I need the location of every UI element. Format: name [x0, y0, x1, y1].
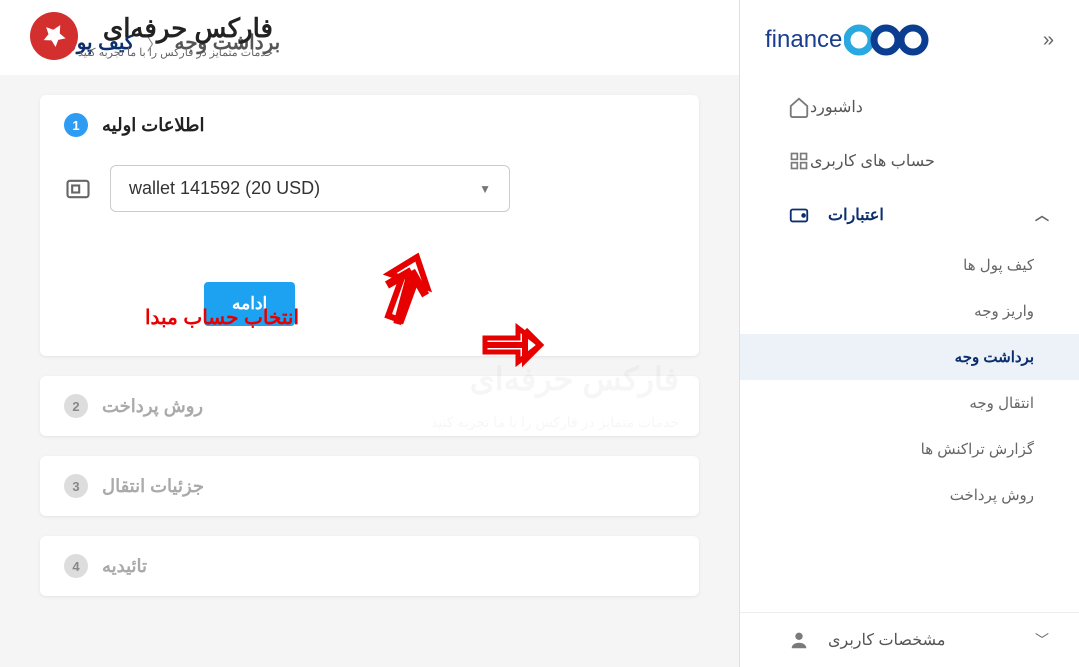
step-title: اطلاعات اولیه: [102, 115, 205, 136]
step-title: تائیدیه: [102, 556, 147, 577]
submenu-transfer[interactable]: انتقال وجه: [740, 380, 1079, 426]
sidebar-item-profile[interactable]: ﹀ مشخصات کاربری: [740, 613, 1079, 667]
collapse-icon[interactable]: «: [1043, 29, 1054, 52]
step-header: اطلاعات اولیه 1: [40, 95, 699, 155]
step-card-2[interactable]: روش پرداخت 2: [40, 376, 699, 436]
step-number-badge: 4: [64, 554, 88, 578]
submenu-wallets[interactable]: کیف پول ها: [740, 242, 1079, 288]
chevron-down-icon: ﹀: [1035, 630, 1049, 650]
chevron-up-icon: ︿: [1035, 205, 1049, 225]
step-card-4[interactable]: تائیدیه 4: [40, 536, 699, 596]
account-icon: [64, 175, 92, 203]
sidebar-item-label: حساب های کاربری: [810, 151, 935, 171]
watermark-brand: فارکس حرفه‌ای خدمات متمایز در فارکس را ب…: [20, 12, 273, 60]
grid-icon: [788, 150, 810, 172]
step-title: روش پرداخت: [102, 396, 203, 417]
sidebar-item-accounts[interactable]: حساب های کاربری: [740, 134, 1079, 188]
brand-suffix: finance: [765, 26, 842, 54]
submenu-withdraw[interactable]: برداشت وجه: [740, 334, 1079, 380]
opo-logo-icon: [844, 20, 934, 60]
main-content: برداشت وجه 〈 کیف پول ها فارکس حرفه‌ای خد…: [0, 0, 739, 667]
sidebar-item-label: مشخصات کاربری: [828, 630, 945, 650]
chevron-down-icon: ▼: [479, 182, 491, 196]
step-number-badge: 1: [64, 113, 88, 137]
brand-logo: finance: [765, 20, 934, 60]
sidebar-item-dashboard[interactable]: داشبورد: [740, 80, 1079, 134]
annotation-arrow-icon: [370, 250, 440, 330]
user-icon: [788, 629, 810, 651]
overlay-subtitle: خدمات متمایز در فارکس را با ما تجربه کنی…: [78, 46, 273, 59]
step-card-3[interactable]: جزئیات انتقال 3: [40, 456, 699, 516]
step-number-badge: 2: [64, 394, 88, 418]
sidebar: « finance داشبورد حساب های کاربری ︿ اعتب…: [739, 0, 1079, 667]
sidebar-item-label: داشبورد: [810, 97, 863, 117]
wallet-icon: [788, 204, 810, 226]
step-title: جزئیات انتقال: [102, 476, 204, 497]
home-icon: [788, 96, 810, 118]
wallet-select[interactable]: ▼ wallet 141592 (20 USD): [110, 165, 510, 212]
sidebar-item-credits[interactable]: ︿ اعتبارات: [740, 188, 1079, 242]
sidebar-item-label: اعتبارات: [828, 205, 884, 225]
sidebar-header: « finance: [740, 0, 1079, 80]
annotation-arrow-icon: [480, 320, 550, 370]
annotation-text: انتخاب حساب مبدا: [145, 305, 299, 330]
wallet-selected-value: wallet 141592 (20 USD): [129, 178, 320, 199]
overlay-logo-icon: [30, 12, 78, 60]
step-number-badge: 3: [64, 474, 88, 498]
submenu-transactions[interactable]: گزارش تراکنش ها: [740, 426, 1079, 472]
submenu-payment-method[interactable]: روش پرداخت: [740, 472, 1079, 518]
overlay-title: فارکس حرفه‌ای: [78, 13, 273, 44]
submenu-deposit[interactable]: واریز وجه: [740, 288, 1079, 334]
